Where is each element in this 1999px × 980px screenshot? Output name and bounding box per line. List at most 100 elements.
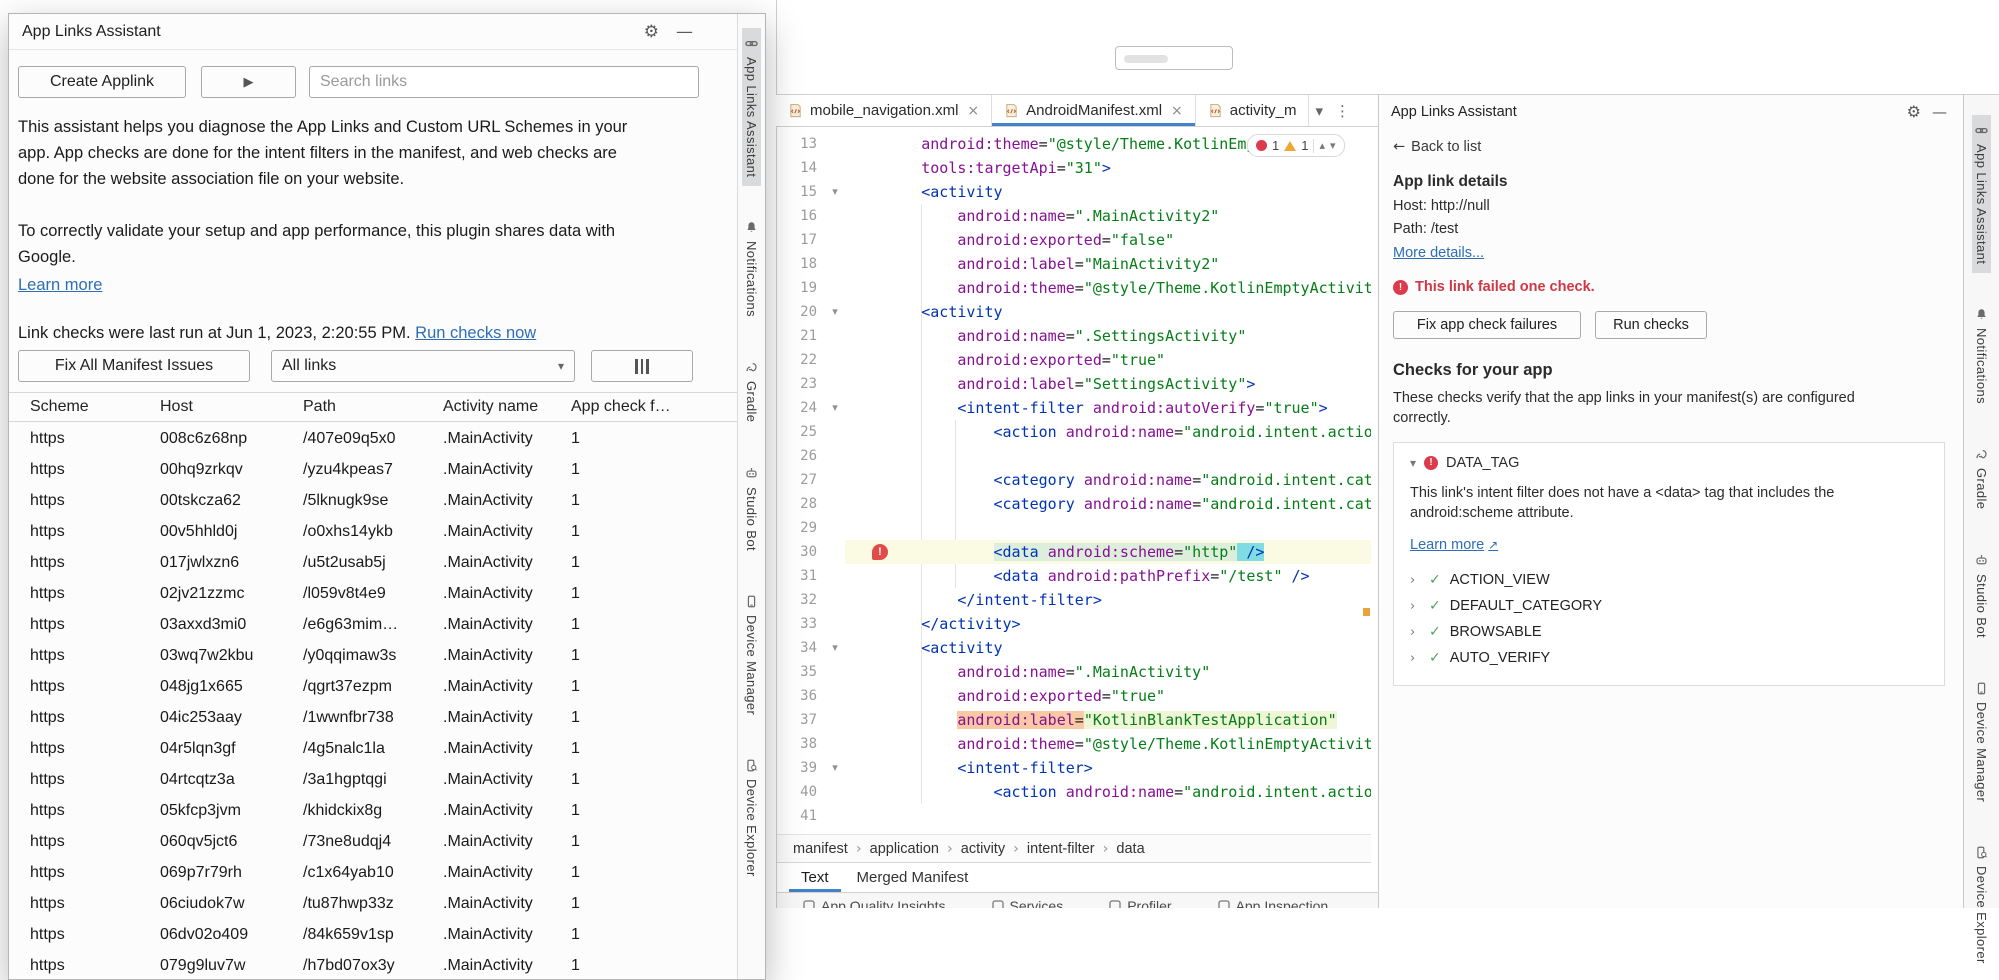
- fold-icon[interactable]: ▾: [825, 180, 845, 204]
- code-line[interactable]: 40 <action android:name="android.intent.…: [777, 780, 1371, 804]
- code-line[interactable]: 17 android:exported="false": [777, 228, 1371, 252]
- error-gutter-icon[interactable]: !: [872, 544, 888, 560]
- code-line[interactable]: 18 android:label="MainActivity2": [777, 252, 1371, 276]
- back-to-list-link[interactable]: ← Back to list: [1393, 139, 1481, 155]
- code-line[interactable]: 24▾ <intent-filter android:autoVerify="t…: [777, 396, 1371, 420]
- failed-check-row[interactable]: ▾ ! DATA_TAG: [1410, 455, 1928, 471]
- tool-window-tab[interactable]: Device Explorer: [1972, 837, 1991, 973]
- table-row[interactable]: https06dv02o409/84k659v1sp.MainActivity1: [9, 919, 738, 950]
- links-filter-dropdown[interactable]: All links ▾: [271, 350, 575, 382]
- code-line[interactable]: 27 <category android:name="android.inten…: [777, 468, 1371, 492]
- code-line[interactable]: 28 <category android:name="android.inten…: [777, 492, 1371, 516]
- code-line[interactable]: 14 tools:targetApi="31">: [777, 156, 1371, 180]
- run-button[interactable]: ▶: [201, 66, 296, 98]
- column-header[interactable]: Activity name: [443, 398, 571, 416]
- run-checks-now-link[interactable]: Run checks now: [415, 324, 536, 342]
- table-row[interactable]: https04ic253aay/1wwnfbr738.MainActivity1: [9, 702, 738, 733]
- table-row[interactable]: https06ciudok7w/tu87hwp33z.MainActivity1: [9, 888, 738, 919]
- code-line[interactable]: 19 android:theme="@style/Theme.KotlinEmp…: [777, 276, 1371, 300]
- breadcrumb-item[interactable]: data: [1116, 841, 1144, 857]
- fold-icon[interactable]: ▾: [825, 636, 845, 660]
- column-header[interactable]: Scheme: [30, 398, 160, 416]
- next-issue-icon[interactable]: ▾: [1330, 141, 1336, 151]
- code-line[interactable]: 37 android:label="KotlinBlankTestApplica…: [777, 708, 1371, 732]
- run-checks-button[interactable]: Run checks: [1595, 311, 1707, 339]
- column-header[interactable]: Host: [160, 398, 303, 416]
- tool-window-tab[interactable]: Device Manager: [742, 586, 761, 724]
- search-links-input[interactable]: [309, 66, 699, 98]
- code-line[interactable]: 22 android:exported="true": [777, 348, 1371, 372]
- code-line[interactable]: 39▾ <intent-filter>: [777, 756, 1371, 780]
- learn-more-link[interactable]: Learn more: [18, 276, 102, 295]
- code-line[interactable]: 29: [777, 516, 1371, 540]
- close-tab-icon[interactable]: ×: [1171, 103, 1183, 119]
- fix-app-check-failures-button[interactable]: Fix app check failures: [1393, 311, 1581, 339]
- table-row[interactable]: https00v5hhld0j/o0xhs14ykb.MainActivity1: [9, 516, 738, 547]
- fold-icon[interactable]: ▾: [825, 756, 845, 780]
- table-row[interactable]: https04r5lqn3gf/4g5nalc1la.MainActivity1: [9, 733, 738, 764]
- table-row[interactable]: https00tskcza62/5lknugk9se.MainActivity1: [9, 485, 738, 516]
- tool-window-tab[interactable]: Studio Bot: [1972, 545, 1991, 647]
- code-line[interactable]: 41: [777, 804, 1371, 828]
- table-row[interactable]: https017jwlxzn6/u5t2usab5j.MainActivity1: [9, 547, 738, 578]
- table-row[interactable]: https03axxd3mi0/e6g63mim….MainActivity1: [9, 609, 738, 640]
- table-row[interactable]: https008c6z68np/407e09q5x0.MainActivity1: [9, 423, 738, 454]
- table-row[interactable]: https00hq9zrkqv/yzu4kpeas7.MainActivity1: [9, 454, 738, 485]
- gear-icon[interactable]: ⚙: [1907, 95, 1921, 129]
- code-line[interactable]: 20▾ <activity: [777, 300, 1371, 324]
- more-details-link[interactable]: More details...: [1393, 245, 1484, 261]
- tool-window-tab[interactable]: Notifications: [742, 212, 761, 326]
- table-row[interactable]: https069p7r79rh/c1x64yab10.MainActivity1: [9, 857, 738, 888]
- tool-button[interactable]: Profiler: [1109, 896, 1171, 908]
- column-config-button[interactable]: [591, 350, 693, 382]
- breadcrumb-item[interactable]: manifest: [793, 841, 848, 857]
- inspections-widget[interactable]: 1 1 ▴ ▾: [1247, 134, 1345, 157]
- tool-window-tab[interactable]: Device Manager: [1972, 673, 1991, 811]
- fix-all-manifest-issues-button[interactable]: Fix All Manifest Issues: [18, 350, 250, 382]
- code-line[interactable]: 15▾ <activity: [777, 180, 1371, 204]
- tab-overflow-icon[interactable]: ▾: [1309, 95, 1329, 126]
- prev-issue-icon[interactable]: ▴: [1319, 141, 1325, 151]
- learn-more-link[interactable]: Learn more ↗: [1410, 537, 1498, 553]
- code-line[interactable]: 30! <data android:scheme="http" />: [777, 540, 1371, 564]
- editor-tab[interactable]: AndroidManifest.xml×: [992, 95, 1196, 126]
- tool-window-tab[interactable]: Notifications: [1972, 299, 1991, 413]
- breadcrumb-item[interactable]: intent-filter: [1027, 841, 1095, 857]
- breadcrumb-item[interactable]: application: [870, 841, 939, 857]
- code-line[interactable]: 25 <action android:name="android.intent.…: [777, 420, 1371, 444]
- check-row[interactable]: ›✓DEFAULT_CATEGORY: [1410, 593, 1928, 619]
- tool-window-tab[interactable]: Studio Bot: [742, 458, 761, 560]
- tool-button[interactable]: App Quality Insights: [803, 896, 946, 908]
- code-line[interactable]: 31 <data android:pathPrefix="/test" />: [777, 564, 1371, 588]
- create-applink-button[interactable]: Create Applink: [18, 66, 186, 98]
- minimize-icon[interactable]: —: [676, 14, 693, 50]
- code-line[interactable]: 38 android:theme="@style/Theme.KotlinEmp…: [777, 732, 1371, 756]
- fold-icon[interactable]: ▾: [825, 396, 845, 420]
- editor-tab[interactable]: activity_m: [1196, 95, 1310, 126]
- tool-window-tab[interactable]: Gradle: [1972, 439, 1991, 518]
- tool-button[interactable]: App Inspection: [1218, 896, 1329, 908]
- check-row[interactable]: ›✓BROWSABLE: [1410, 619, 1928, 645]
- chevron-down-icon[interactable]: ▾: [1410, 456, 1416, 470]
- column-header[interactable]: Path: [303, 398, 443, 416]
- bottom-tab[interactable]: Merged Manifest: [845, 863, 981, 892]
- table-row[interactable]: https05kfcp3jvm/khidckix8g.MainActivity1: [9, 795, 738, 826]
- code-line[interactable]: 34▾ <activity: [777, 636, 1371, 660]
- code-line[interactable]: 35 android:name=".MainActivity": [777, 660, 1371, 684]
- table-row[interactable]: https03wq7w2kbu/y0qqimaw3s.MainActivity1: [9, 640, 738, 671]
- table-row[interactable]: https060qv5jct6/73ne8udqj4.MainActivity1: [9, 826, 738, 857]
- code-line[interactable]: 21 android:name=".SettingsActivity": [777, 324, 1371, 348]
- tool-window-tab[interactable]: App Links Assistant: [1972, 115, 1991, 273]
- more-options-icon[interactable]: ⋮: [1329, 95, 1356, 126]
- tool-window-tab[interactable]: Device Explorer: [742, 750, 761, 886]
- tool-button[interactable]: Services: [992, 896, 1064, 908]
- code-editor[interactable]: 13 android:theme="@style/Theme.KotlinEmp…: [777, 127, 1371, 834]
- table-row[interactable]: https04rtcqtz3a/3a1hgptqgi.MainActivity1: [9, 764, 738, 795]
- table-row[interactable]: https079g9luv7w/h7bd07ox3y.MainActivity1: [9, 950, 738, 980]
- column-header[interactable]: App check f…: [571, 398, 731, 416]
- code-line[interactable]: 16 android:name=".MainActivity2": [777, 204, 1371, 228]
- check-row[interactable]: ›✓ACTION_VIEW: [1410, 567, 1928, 593]
- tool-window-tab[interactable]: App Links Assistant: [742, 28, 761, 186]
- code-line[interactable]: 32 </intent-filter>: [777, 588, 1371, 612]
- code-line[interactable]: 36 android:exported="true": [777, 684, 1371, 708]
